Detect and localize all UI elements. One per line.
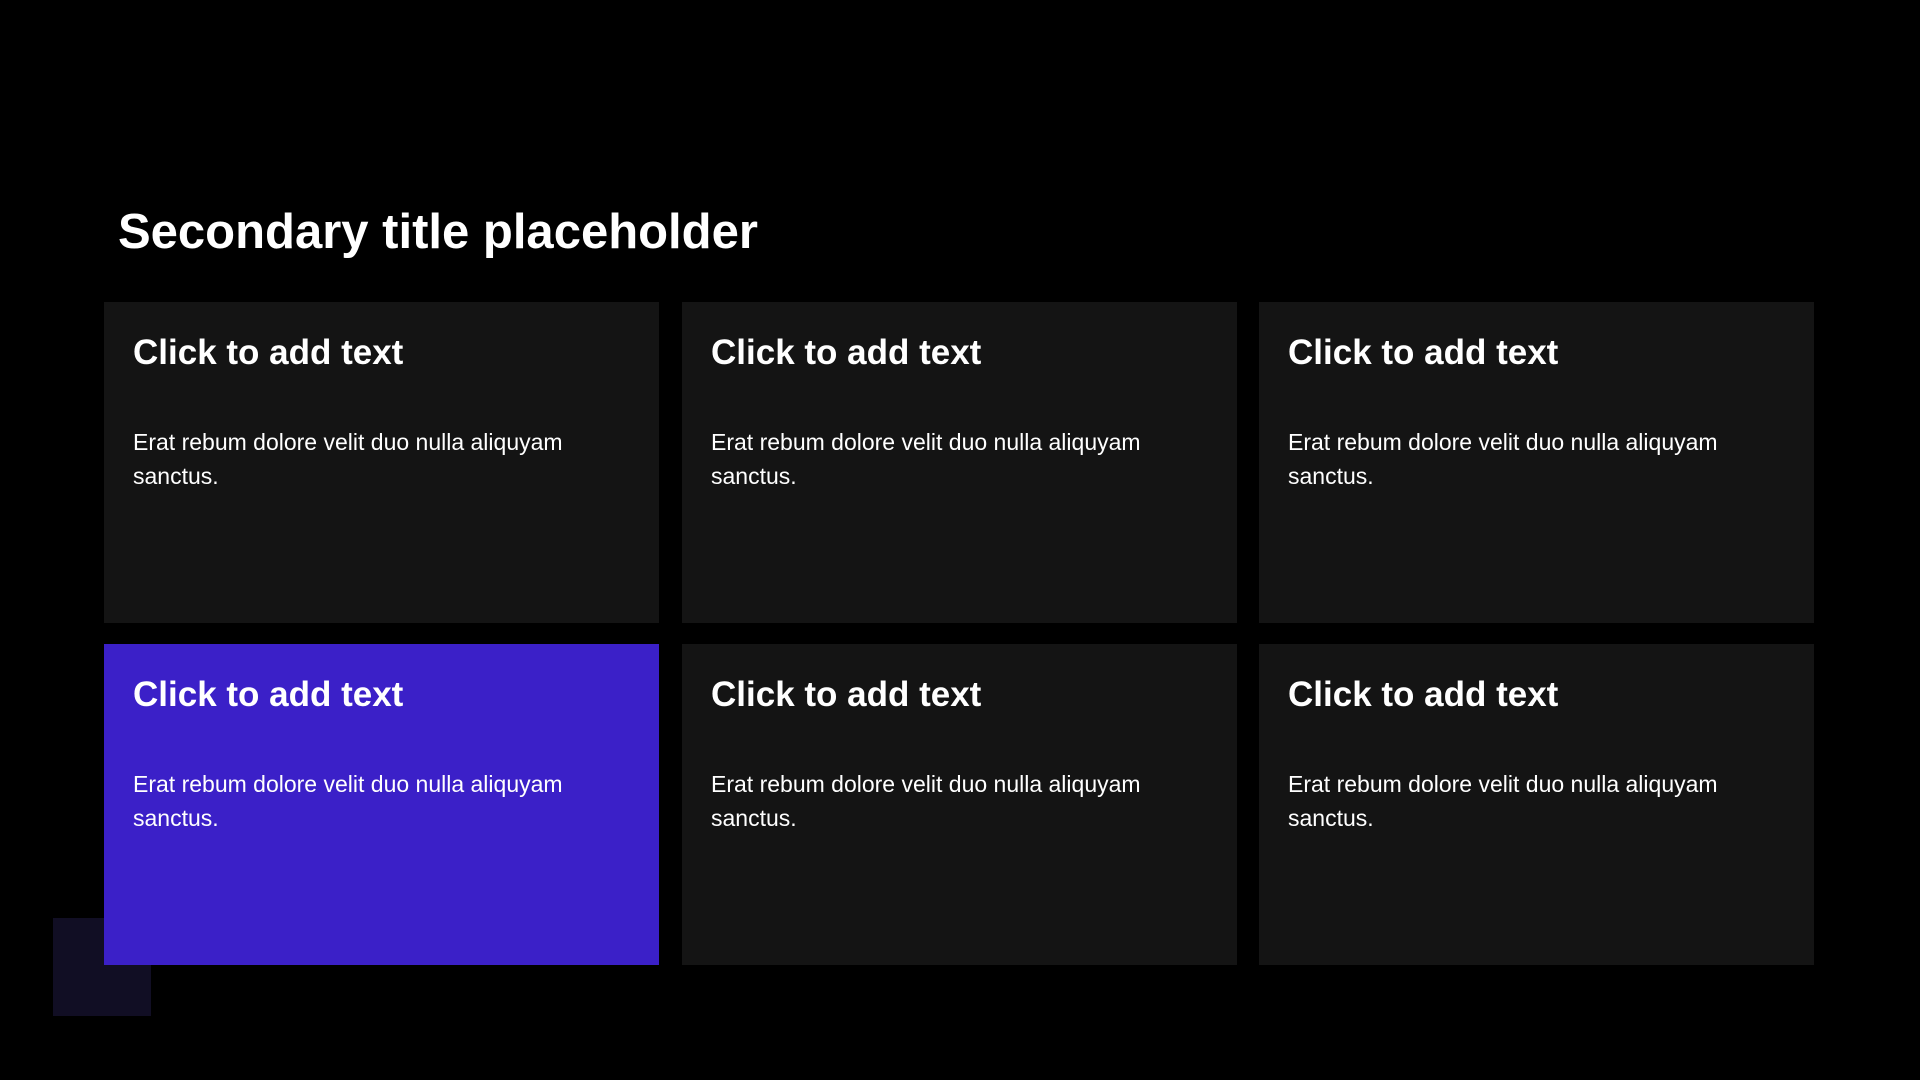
text-card-1[interactable]: Click to add text Erat rebum dolore veli… xyxy=(104,302,659,623)
card-heading[interactable]: Click to add text xyxy=(133,331,630,375)
text-card-3[interactable]: Click to add text Erat rebum dolore veli… xyxy=(1259,302,1814,623)
card-heading[interactable]: Click to add text xyxy=(711,331,1208,375)
card-heading[interactable]: Click to add text xyxy=(1288,673,1785,717)
card-heading[interactable]: Click to add text xyxy=(711,673,1208,717)
card-body-text[interactable]: Erat rebum dolore velit duo nulla aliquy… xyxy=(1288,425,1768,493)
card-body-text[interactable]: Erat rebum dolore velit duo nulla aliquy… xyxy=(133,767,613,835)
text-card-6[interactable]: Click to add text Erat rebum dolore veli… xyxy=(1259,644,1814,965)
card-body-text[interactable]: Erat rebum dolore velit duo nulla aliquy… xyxy=(133,425,613,493)
text-card-4-highlighted[interactable]: Click to add text Erat rebum dolore veli… xyxy=(104,644,659,965)
card-heading[interactable]: Click to add text xyxy=(1288,331,1785,375)
card-body-text[interactable]: Erat rebum dolore velit duo nulla aliquy… xyxy=(711,767,1191,835)
text-card-5[interactable]: Click to add text Erat rebum dolore veli… xyxy=(682,644,1237,965)
text-card-2[interactable]: Click to add text Erat rebum dolore veli… xyxy=(682,302,1237,623)
card-heading[interactable]: Click to add text xyxy=(133,673,630,717)
card-body-text[interactable]: Erat rebum dolore velit duo nulla aliquy… xyxy=(1288,767,1768,835)
slide-title[interactable]: Secondary title placeholder xyxy=(118,200,758,264)
card-body-text[interactable]: Erat rebum dolore velit duo nulla aliquy… xyxy=(711,425,1191,493)
slide: Secondary title placeholder Click to add… xyxy=(0,0,1920,1080)
